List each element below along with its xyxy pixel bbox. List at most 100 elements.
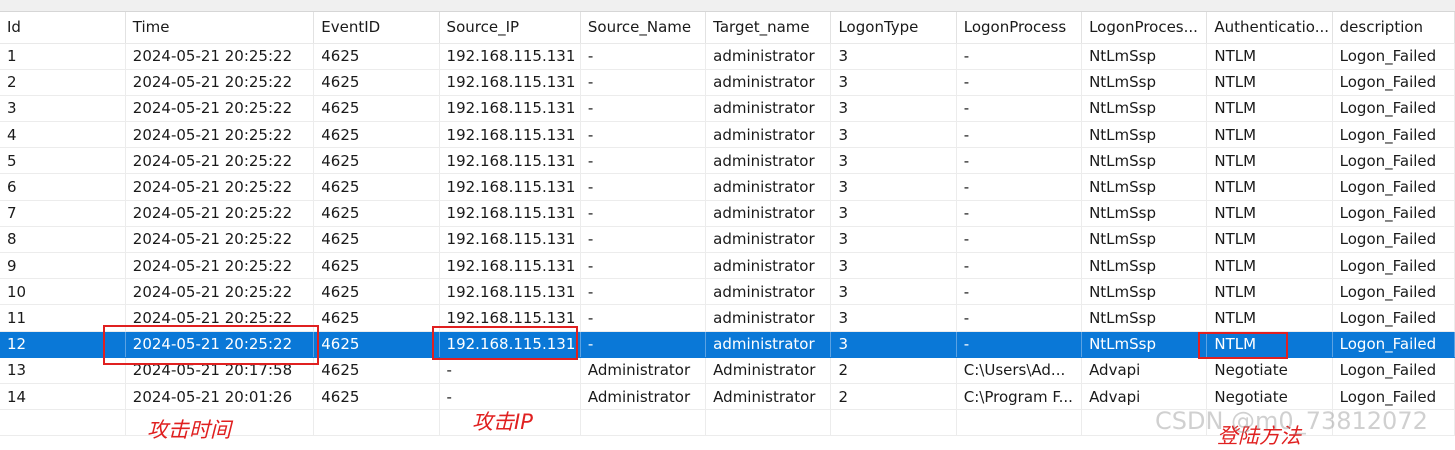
column-header[interactable]: Authenticatio... <box>1206 12 1333 44</box>
table-cell: Logon_Failed <box>1332 43 1455 70</box>
table-cell: NTLM <box>1206 121 1333 149</box>
table-cell: 2024-05-21 20:25:22 <box>125 43 315 70</box>
table-cell: NtLmSsp <box>1081 95 1208 123</box>
table-cell: 3 <box>830 121 957 149</box>
table-row[interactable]: 5 2024-05-21 20:25:22 4625 192.168.115.131-… <box>0 147 1455 175</box>
table-cell: Logon_Failed <box>1332 331 1455 358</box>
table-cell: administrator <box>705 278 832 306</box>
table-cell: Advapi <box>1081 357 1208 384</box>
column-header[interactable]: EventID <box>313 12 440 44</box>
table-cell: 4625 <box>313 147 440 175</box>
table-cell: - <box>956 43 1083 70</box>
column-header[interactable]: Target_name <box>705 12 832 44</box>
table-cell: 2 <box>0 69 126 96</box>
table-cell: 3 <box>830 200 957 227</box>
table-cell: 12 <box>0 331 126 358</box>
table-cell: - <box>580 121 707 149</box>
table-cell: - <box>956 147 1083 175</box>
table-cell: 192.168.115.131 <box>439 252 581 280</box>
table-cell: - <box>580 43 707 70</box>
table-cell: Logon_Failed <box>1332 278 1455 306</box>
table-cell: Logon_Failed <box>1332 200 1455 227</box>
table-row[interactable]: 13 2024-05-21 20:17:58 4625- Administrator A… <box>0 357 1455 384</box>
table-cell: NtLmSsp <box>1081 69 1208 96</box>
table-cell: 10 <box>0 278 126 306</box>
table-cell: NtLmSsp <box>1081 226 1208 254</box>
table-row[interactable]: 7 2024-05-21 20:25:22 4625 192.168.115.131-… <box>0 200 1455 227</box>
table-cell: Logon_Failed <box>1332 226 1455 254</box>
table-cell: administrator <box>705 226 832 254</box>
table-row[interactable]: 3 2024-05-21 20:25:22 4625 192.168.115.131-… <box>0 95 1455 123</box>
table-cell: NTLM <box>1206 173 1333 201</box>
column-header[interactable]: Source_Name <box>580 12 707 44</box>
table-cell: administrator <box>705 121 832 149</box>
table-row[interactable]: 4 2024-05-21 20:25:22 4625 192.168.115.131-… <box>0 121 1455 149</box>
table-cell: 3 <box>830 331 957 358</box>
table-cell: 3 <box>830 173 957 201</box>
table-cell: 5 <box>0 147 126 175</box>
table-cell: 2 <box>830 383 957 411</box>
column-header[interactable]: Id <box>0 12 126 44</box>
column-header[interactable]: LogonProces... <box>1081 12 1208 44</box>
table-cell: NTLM <box>1206 43 1333 70</box>
table-cell: NtLmSsp <box>1081 200 1208 227</box>
table-cell: Administrator <box>580 357 707 384</box>
table-cell: - <box>956 173 1083 201</box>
table-row[interactable]: 8 2024-05-21 20:25:22 4625 192.168.115.131-… <box>0 226 1455 254</box>
event-log-table: Id Time EventID Source_IP Source_Name Target_… <box>0 12 1455 437</box>
table-cell: 4625 <box>313 200 440 227</box>
table-cell: 2024-05-21 20:25:22 <box>125 69 315 96</box>
table-cell: - <box>956 95 1083 123</box>
table-cell: NTLM <box>1206 226 1333 254</box>
empty-cell <box>580 409 707 437</box>
table-cell: administrator <box>705 252 832 280</box>
table-cell: - <box>580 252 707 280</box>
table-cell: 4 <box>0 121 126 149</box>
table-cell: 2024-05-21 20:25:22 <box>125 200 315 227</box>
table-cell: 4625 <box>313 173 440 201</box>
table-row[interactable]: 12 2024-05-21 20:25:22 4625 192.168.115.131… <box>0 331 1455 358</box>
table-cell: 4625 <box>313 304 440 332</box>
empty-cell <box>1332 409 1455 437</box>
table-cell: NTLM <box>1206 252 1333 280</box>
table-cell: C:\Users\Ad... <box>956 357 1083 384</box>
table-cell: 7 <box>0 200 126 227</box>
table-header-row: Id Time EventID Source_IP Source_Name Target_… <box>0 12 1455 44</box>
table-cell: - <box>956 121 1083 149</box>
table-cell: 2024-05-21 20:17:58 <box>125 357 315 384</box>
table-row[interactable]: 10 2024-05-21 20:25:22 4625 192.168.115.131… <box>0 278 1455 306</box>
table-cell: administrator <box>705 304 832 332</box>
table-cell: Logon_Failed <box>1332 173 1455 201</box>
table-cell: - <box>956 200 1083 227</box>
table-cell: Logon_Failed <box>1332 121 1455 149</box>
table-row[interactable]: 14 2024-05-21 20:01:26 4625- Administrator A… <box>0 383 1455 411</box>
table-cell: 8 <box>0 226 126 254</box>
table-cell: administrator <box>705 95 832 123</box>
column-header[interactable]: Source_IP <box>439 12 581 44</box>
table-row[interactable]: 9 2024-05-21 20:25:22 4625 192.168.115.131-… <box>0 252 1455 280</box>
table-row[interactable]: 11 2024-05-21 20:25:22 4625 192.168.115.131… <box>0 304 1455 332</box>
table-cell: Administrator <box>705 357 832 384</box>
column-header[interactable]: description <box>1332 12 1455 44</box>
table-row[interactable]: 2 2024-05-21 20:25:22 4625 192.168.115.131-… <box>0 69 1455 96</box>
empty-cell <box>830 409 957 437</box>
table-row[interactable]: 6 2024-05-21 20:25:22 4625 192.168.115.131-… <box>0 173 1455 201</box>
table-cell: 2024-05-21 20:01:26 <box>125 383 315 411</box>
table-cell: NTLM <box>1206 331 1333 358</box>
table-cell: 192.168.115.131 <box>439 173 581 201</box>
table-cell: NTLM <box>1206 95 1333 123</box>
column-header[interactable]: Time <box>125 12 315 44</box>
table-cell: administrator <box>705 43 832 70</box>
table-row[interactable]: 1 2024-05-21 20:25:22 4625 192.168.115.131-… <box>0 43 1455 70</box>
table-cell: 4625 <box>313 43 440 70</box>
table-cell: 2024-05-21 20:25:22 <box>125 121 315 149</box>
table-cell: 192.168.115.131 <box>439 147 581 175</box>
column-header[interactable]: LogonProcess <box>956 12 1083 44</box>
table-cell: 192.168.115.131 <box>439 43 581 70</box>
table-cell: NtLmSsp <box>1081 278 1208 306</box>
annotation-attack-ip: 攻击IP <box>472 410 533 434</box>
table-cell: - <box>956 252 1083 280</box>
table-cell: 2024-05-21 20:25:22 <box>125 226 315 254</box>
column-header[interactable]: LogonType <box>830 12 957 44</box>
table-cell: - <box>956 278 1083 306</box>
